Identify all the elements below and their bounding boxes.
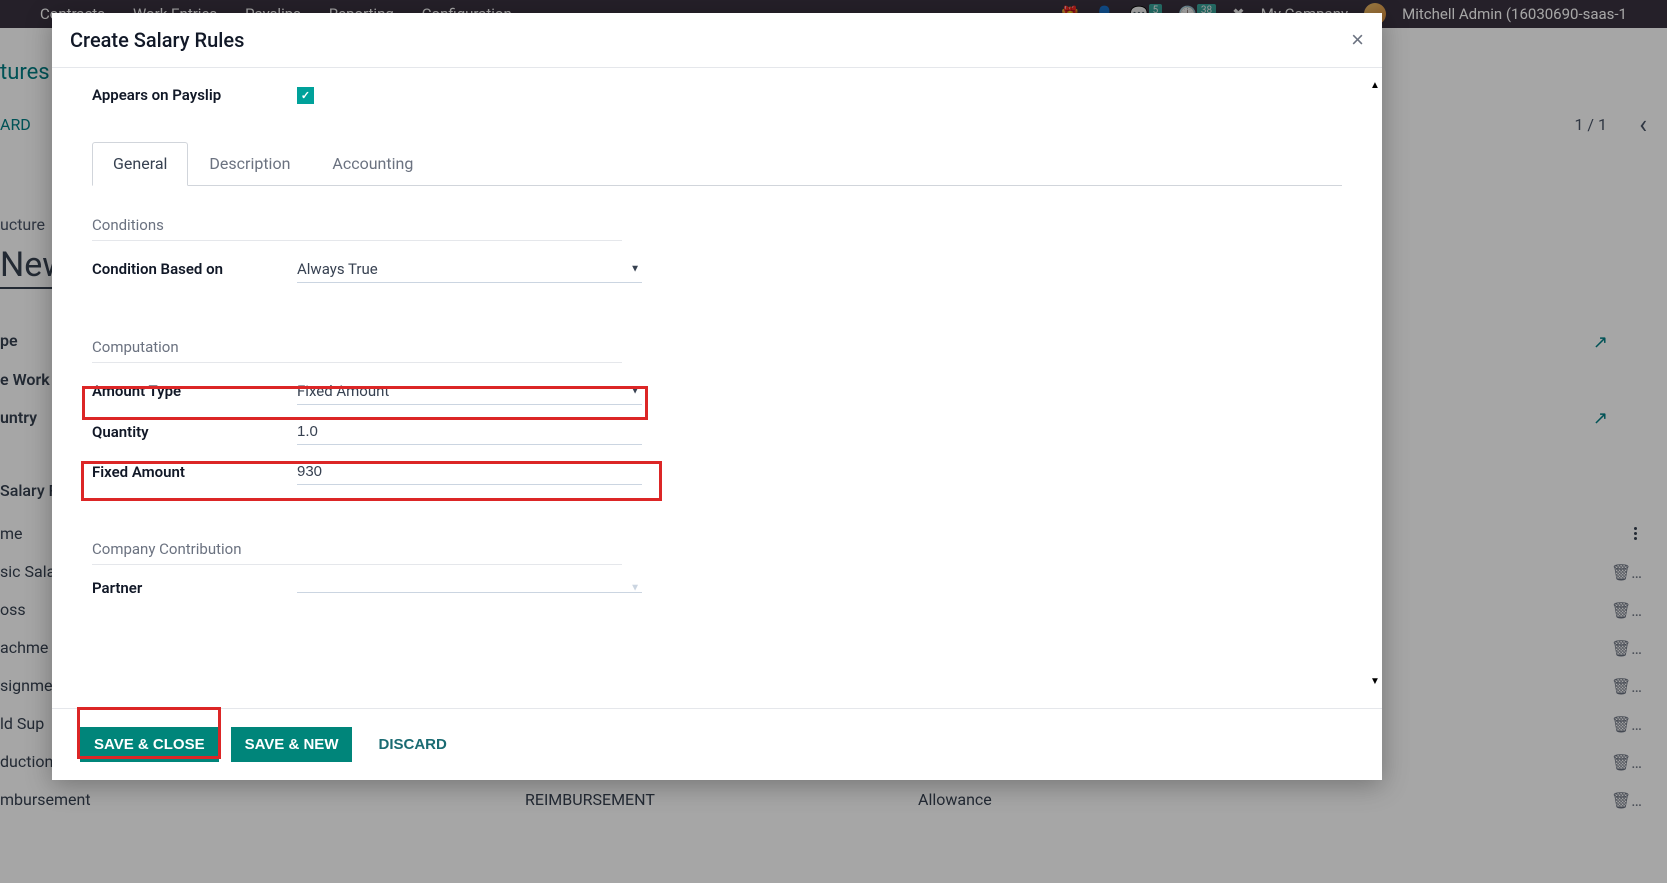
appears-on-payslip-checkbox[interactable]: ✓ [297, 87, 314, 104]
amount-type-label: Amount Type [92, 382, 297, 400]
partner-select[interactable]: ▼ [297, 584, 642, 593]
tab-accounting[interactable]: Accounting [311, 142, 434, 185]
close-icon[interactable]: × [1351, 27, 1364, 53]
quantity-input[interactable] [297, 419, 642, 445]
scroll-down-icon[interactable]: ▼ [1370, 676, 1380, 687]
tab-general[interactable]: General [92, 142, 188, 186]
amount-type-value: Fixed Amount [297, 382, 389, 400]
appears-on-payslip-label: Appears on Payslip [92, 86, 297, 104]
section-company-contribution: Company Contribution [92, 540, 622, 565]
chevron-down-icon: ▼ [630, 385, 640, 396]
modal-footer: SAVE & CLOSE SAVE & NEW DISCARD [52, 709, 1382, 780]
condition-based-on-select[interactable]: Always True ▼ [297, 255, 642, 283]
partner-label: Partner [92, 579, 297, 597]
scroll-up-icon[interactable]: ▲ [1370, 80, 1380, 91]
discard-button[interactable]: DISCARD [364, 727, 460, 762]
save-new-button[interactable]: SAVE & NEW [231, 727, 353, 762]
modal-header: Create Salary Rules × [52, 13, 1382, 67]
quantity-label: Quantity [92, 423, 297, 441]
chevron-down-icon: ▼ [630, 582, 640, 593]
section-conditions: Conditions [92, 216, 622, 241]
modal-title: Create Salary Rules [70, 28, 244, 52]
tab-description[interactable]: Description [188, 142, 311, 185]
chevron-down-icon: ▼ [630, 263, 640, 274]
save-close-button[interactable]: SAVE & CLOSE [80, 727, 219, 762]
amount-type-select[interactable]: Fixed Amount ▼ [297, 377, 642, 405]
tabs: General Description Accounting [92, 142, 1342, 186]
fixed-amount-input[interactable] [297, 459, 642, 485]
modal-create-salary-rules: Create Salary Rules × Appears on Payslip… [52, 13, 1382, 780]
fixed-amount-label: Fixed Amount [92, 463, 297, 481]
modal-body: Appears on Payslip ✓ General Description… [52, 67, 1382, 709]
condition-based-on-value: Always True [297, 260, 378, 278]
condition-based-on-label: Condition Based on [92, 260, 297, 278]
section-computation: Computation [92, 338, 622, 363]
